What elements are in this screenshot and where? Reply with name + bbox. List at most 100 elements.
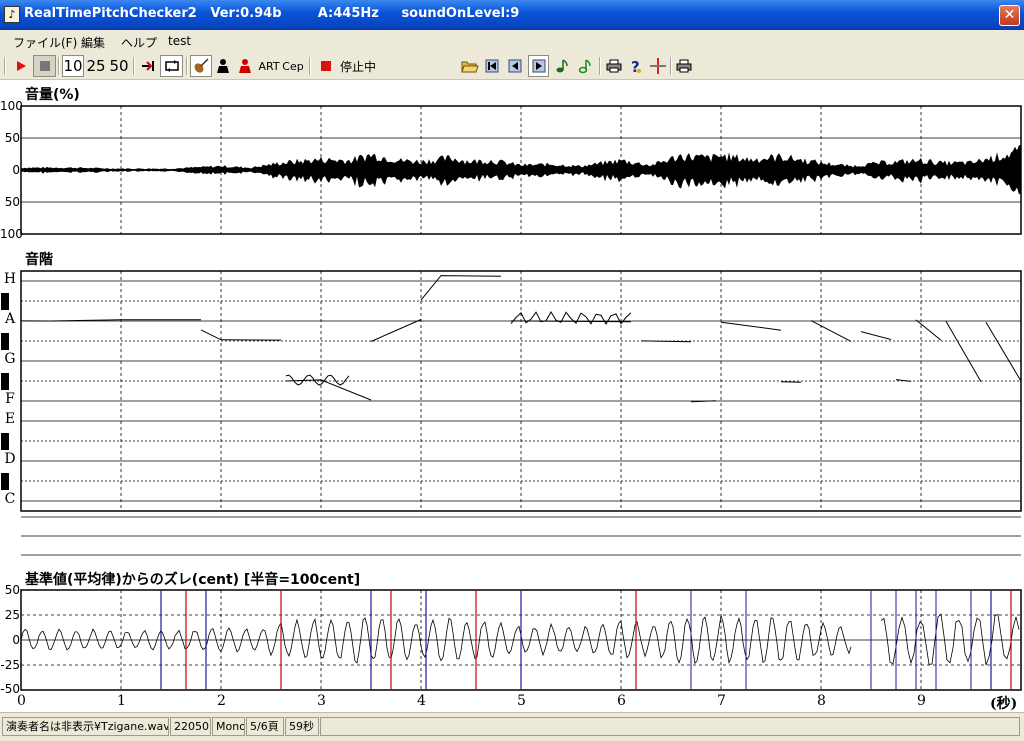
note-button[interactable] — [552, 55, 572, 77]
black-key — [1, 333, 9, 350]
x-tick: 7 — [717, 693, 726, 709]
zoom-50-button[interactable]: 50 — [108, 55, 130, 77]
toolbar-separator — [599, 57, 601, 75]
note-label-c: C — [4, 491, 16, 507]
x-tick: 4 — [417, 693, 426, 709]
window-title: RealTimePitchChecker2 Ver:0.94b A:445Hz … — [24, 6, 520, 21]
help-icon: ? — [631, 58, 641, 74]
printer-icon — [676, 59, 692, 73]
skip-start-button[interactable] — [482, 55, 502, 77]
deviation-ytick: -25 — [0, 658, 20, 672]
zoom-10-button[interactable]: 10 — [62, 55, 84, 77]
x-tick: 2 — [217, 693, 226, 709]
toolbar-separator — [186, 57, 188, 75]
toolbar-separator — [4, 57, 6, 75]
record-indicator — [318, 55, 334, 77]
close-button[interactable]: ✕ — [999, 5, 1020, 26]
x-tick: 3 — [317, 693, 326, 709]
status-duration: 59秒 — [285, 717, 319, 736]
zoom-25-button[interactable]: 25 — [85, 55, 107, 77]
note-green-button[interactable] — [575, 55, 595, 77]
volume-ytick: 100 — [0, 99, 23, 113]
volume-ytick: 50 — [4, 131, 20, 145]
volume-title: 音量(%) — [25, 87, 80, 103]
deviation-title: 基準値(平均律)からのズレ(cent) [半音=100cent] — [25, 572, 361, 588]
black-key — [1, 373, 9, 390]
step-forward-icon — [532, 59, 545, 73]
toolbar-separator — [309, 57, 311, 75]
pitch-title: 音階 — [25, 252, 53, 268]
art-button[interactable]: ART — [258, 55, 280, 77]
status-file: 演奏者名は非表示¥Tzigane.wav — [2, 717, 169, 736]
black-key — [1, 293, 9, 310]
note-label-g: G — [4, 351, 16, 367]
loop-button[interactable] — [160, 55, 183, 77]
close-icon: ✕ — [1003, 7, 1016, 23]
step-forward-button[interactable] — [528, 55, 549, 77]
person-red-button[interactable] — [235, 55, 255, 77]
print2-button[interactable] — [674, 55, 694, 77]
jump-end-button[interactable] — [137, 55, 158, 77]
volume-ytick: 100 — [0, 227, 23, 241]
note-label-d: D — [4, 451, 16, 467]
step-back-icon — [508, 59, 522, 73]
toolbar: 10 25 50 ART Cep 停止中 ＊＊＊ ? — [0, 53, 1024, 130]
note-label-a: A — [4, 311, 16, 327]
record-icon — [321, 61, 331, 71]
help-button[interactable]: ? — [627, 55, 645, 77]
black-key — [1, 433, 9, 450]
volume-ytick: 0 — [12, 163, 20, 177]
deviation-ytick: 0 — [12, 633, 20, 647]
jump-end-icon — [141, 61, 154, 71]
plot-area — [0, 80, 1024, 712]
step-back-button[interactable] — [505, 55, 525, 77]
person-button[interactable] — [213, 55, 233, 77]
title-bar: ♪ RealTimePitchChecker2 Ver:0.94b A:445H… — [0, 0, 1024, 30]
black-key — [1, 473, 9, 490]
menu-file[interactable]: ファイル(F) — [13, 34, 77, 51]
status-page: 5/6頁 — [246, 717, 284, 736]
note-label-h: H — [3, 271, 17, 287]
toolbar-separator — [133, 57, 135, 75]
skip-start-icon — [485, 59, 499, 73]
stop-icon — [39, 61, 50, 71]
menu-edit[interactable]: 編集 — [81, 34, 105, 51]
status-empty — [320, 717, 1020, 736]
menu-help[interactable]: ヘルプ — [121, 34, 157, 51]
open-folder-icon — [461, 61, 479, 73]
status-bar: 演奏者名は非表示¥Tzigane.wav 22050 Mono 5/6頁 59秒 — [0, 712, 1024, 741]
cep-button[interactable]: Cep — [282, 55, 304, 77]
x-tick: 8 — [817, 693, 826, 709]
state-label: 停止中 — [339, 59, 376, 74]
menu-bar: ファイル(F) 編集 ヘルプ test — [0, 30, 1024, 52]
menu-test[interactable]: test — [168, 34, 191, 48]
print-button[interactable] — [604, 55, 624, 77]
status-channels: Mono — [212, 717, 245, 736]
x-tick: 0 — [17, 693, 26, 709]
volume-ytick: 50 — [4, 195, 20, 209]
note-label-e: E — [4, 411, 16, 427]
music-note-icon: ♪ — [4, 6, 20, 23]
violin-button[interactable] — [190, 55, 212, 77]
note-label-f: F — [5, 391, 15, 407]
crosshair-icon — [650, 58, 666, 74]
note-green-icon — [578, 59, 591, 74]
play-icon — [17, 61, 26, 71]
printer-icon — [606, 59, 622, 73]
violin-icon — [194, 58, 209, 73]
play-button[interactable] — [10, 55, 32, 77]
x-tick: 6 — [617, 693, 626, 709]
person-red-icon — [239, 59, 251, 73]
loop-icon — [164, 60, 179, 72]
x-tick: 1 — [117, 693, 126, 709]
x-unit-label: (秒) — [990, 696, 1018, 712]
note-icon — [556, 59, 568, 73]
open-folder-button[interactable] — [459, 55, 481, 77]
x-tick: 5 — [517, 693, 526, 709]
stop-button[interactable] — [33, 55, 56, 77]
toolbar-separator — [670, 57, 672, 75]
crosshair-button[interactable] — [648, 55, 668, 77]
deviation-ytick: 50 — [4, 583, 20, 597]
toolbar-separator — [58, 57, 60, 75]
status-rate: 22050 — [170, 717, 211, 736]
